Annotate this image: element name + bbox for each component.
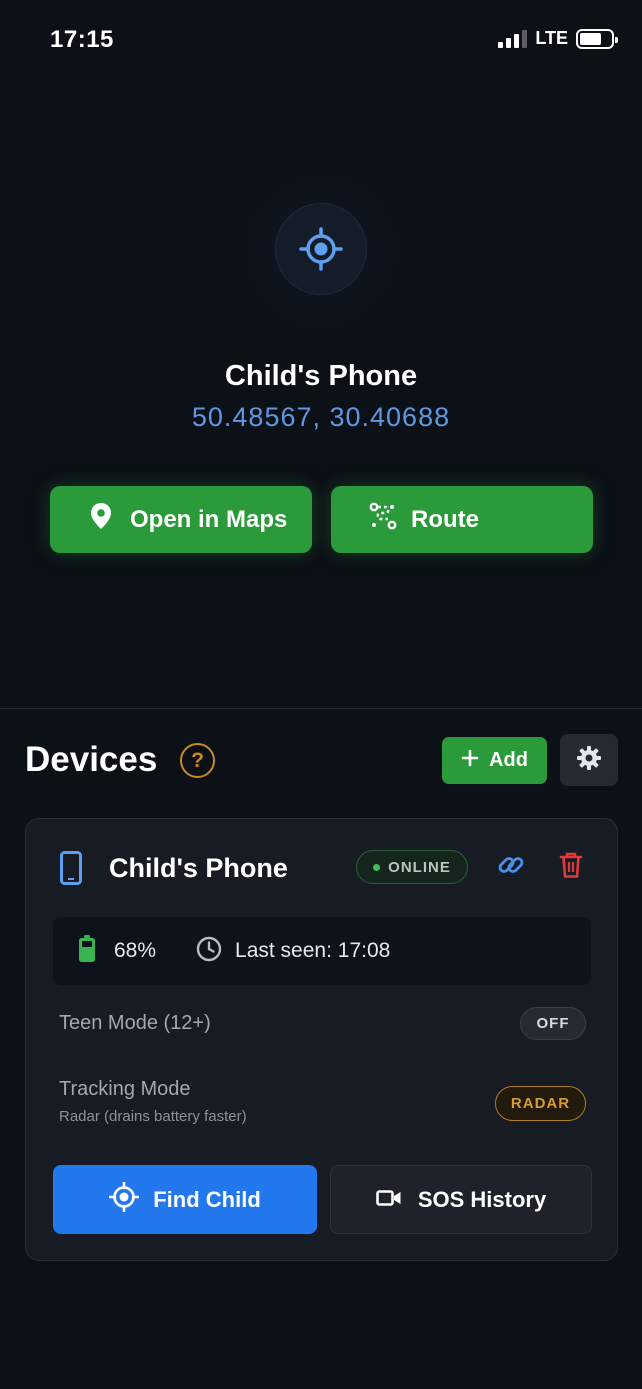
location-target [211,141,431,361]
smartphone-icon [60,851,82,890]
find-child-label: Find Child [153,1186,261,1212]
sos-history-button[interactable]: SOS History [330,1165,592,1234]
screen: 17:15 LTE Child's Phone 50.48567, 30.406… [0,0,642,1389]
device-name: Child's Phone [109,853,288,883]
help-icon[interactable]: ? [180,743,215,778]
gear-icon [576,745,602,776]
device-card: Child's Phone ONLINE 68% Last seen: 17:0… [25,818,618,1261]
route-icon [369,502,397,537]
status-badge-label: ONLINE [388,858,451,876]
tracking-mode-toggle[interactable]: RADAR [495,1086,586,1121]
link-icon [496,850,526,885]
section-divider [0,708,642,709]
battery-icon [576,28,618,49]
video-camera-icon [376,1187,402,1213]
open-in-maps-button[interactable]: Open in Maps [50,486,312,553]
route-label: Route [411,505,479,533]
trash-icon [559,851,583,884]
tracking-mode-description: Radar (drains battery faster) [59,1108,247,1125]
online-dot-icon [373,863,381,871]
tracking-mode-label: Tracking Mode [59,1078,191,1100]
status-bar: 17:15 LTE [0,0,642,80]
hero-device-name: Child's Phone [224,360,418,392]
signal-icon [498,29,528,48]
devices-title: Devices [25,740,158,779]
teen-mode-toggle[interactable]: OFF [520,1007,586,1040]
coordinates-text: 50.48567, 30.40688 [191,402,451,432]
add-device-button[interactable]: Add [442,737,547,784]
crosshair-icon [275,203,367,295]
plus-icon [461,749,479,773]
teen-mode-label: Teen Mode (12+) [59,1012,211,1034]
find-child-button[interactable]: Find Child [53,1165,317,1234]
delete-device-button[interactable] [554,850,588,884]
battery-level-icon [78,934,96,968]
route-button[interactable]: Route [331,486,593,553]
share-link-button[interactable] [494,850,528,884]
clock-icon [196,936,222,967]
add-device-label: Add [489,749,528,771]
open-in-maps-label: Open in Maps [130,505,288,533]
network-label: LTE [535,28,568,48]
map-pin-icon [90,502,112,537]
device-info-panel: 68% Last seen: 17:08 [53,917,591,985]
status-time: 17:15 [50,26,114,53]
last-seen-text: Last seen: 17:08 [235,939,391,962]
crosshair-icon [108,1181,140,1218]
status-icons: LTE [498,28,618,49]
status-badge: ONLINE [356,850,468,884]
sos-history-label: SOS History [417,1186,547,1212]
settings-button[interactable] [560,734,618,786]
battery-percent: 68% [114,939,157,962]
